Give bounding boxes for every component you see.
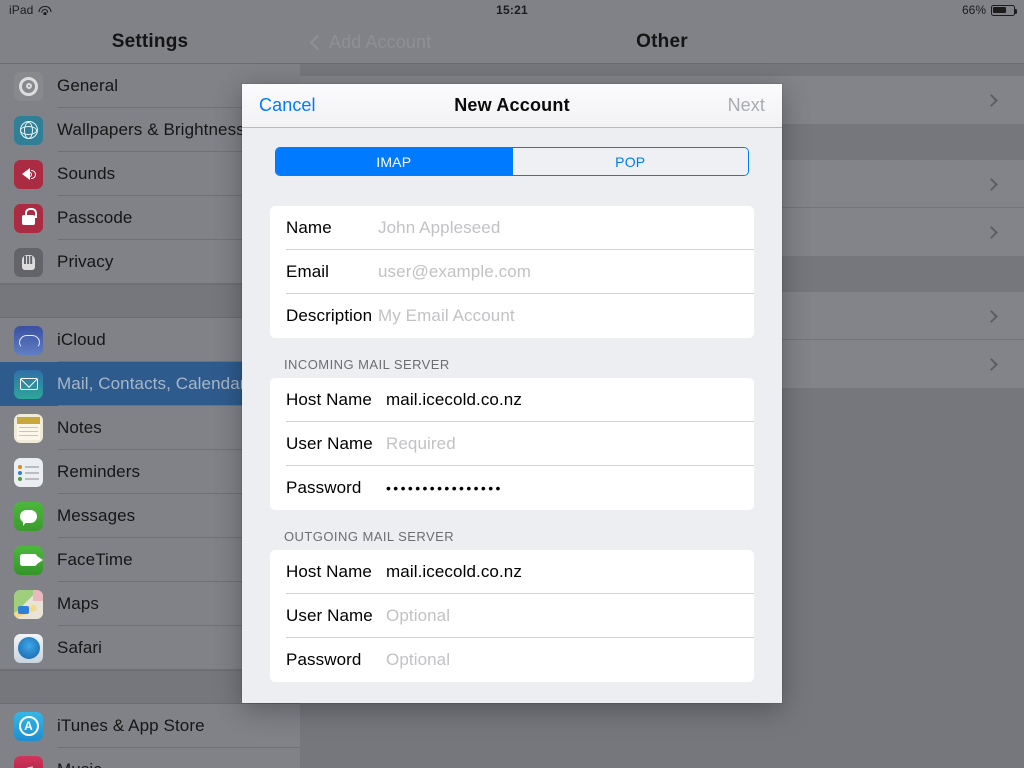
form-row-host-name[interactable]: Host Name mail.icecold.co.nz — [270, 550, 754, 594]
form-section: INCOMING MAIL SERVER Host Name mail.icecol… — [270, 338, 754, 510]
map-icon — [14, 589, 43, 619]
battery-icon — [991, 4, 1018, 16]
form-row-user-name[interactable]: User Name Required — [270, 422, 754, 466]
account-type-segmented-wrap: IMAP POP — [242, 128, 782, 176]
form-row-password[interactable]: Password •••••••••••••••• — [270, 466, 754, 510]
form-row-host-name[interactable]: Host Name mail.icecold.co.nz — [270, 378, 754, 422]
sidebar-item-label: Sounds — [57, 164, 116, 183]
field-label: Password — [286, 650, 362, 669]
field-label: User Name — [286, 434, 373, 453]
sidebar-item-label: Reminders — [57, 462, 141, 481]
compass-icon — [14, 633, 43, 663]
field-input-password[interactable]: •••••••••••••••• — [386, 480, 503, 496]
status-bar-right: 66% — [961, 3, 1018, 17]
video-camera-icon — [14, 545, 43, 575]
status-bar-clock: 15:21 — [496, 3, 528, 17]
form-row-user-name[interactable]: User Name Optional — [270, 594, 754, 638]
chevron-right-icon — [985, 357, 998, 371]
form-card: Host Name mail.icecold.co.nz User Name Requ… — [270, 378, 754, 510]
lock-icon — [14, 203, 43, 233]
form-section-header: INCOMING MAIL SERVER — [284, 357, 450, 372]
account-type-segmented-control[interactable]: IMAP POP — [275, 147, 749, 176]
speaker-icon — [14, 159, 43, 189]
field-label: User Name — [286, 606, 373, 625]
account-form: Name John Appleseed Email user@example.com D… — [242, 206, 782, 682]
sidebar-item-itunes-app-store[interactable]: AiTunes & App Store — [0, 704, 300, 748]
chevron-right-icon — [985, 225, 998, 239]
segment-imap[interactable]: IMAP — [276, 148, 512, 175]
gear-icon — [14, 71, 43, 101]
sidebar-item-label: Passcode — [57, 208, 133, 227]
form-section-header: OUTGOING MAIL SERVER — [284, 529, 455, 544]
form-card: Host Name mail.icecold.co.nz User Name Opti… — [270, 550, 754, 682]
chevron-right-icon — [985, 93, 998, 107]
battery-percent: 66% — [961, 3, 986, 17]
field-label: Host Name — [286, 562, 372, 581]
sidebar-item-label: Messages — [57, 506, 136, 525]
modal-navigation-bar: Cancel New Account Next — [242, 84, 782, 128]
field-label: Host Name — [286, 390, 372, 409]
hand-icon — [14, 247, 43, 277]
sidebar-item-label: Maps — [57, 594, 99, 613]
form-row-name[interactable]: Name John Appleseed — [270, 206, 754, 250]
page-title: Settings — [111, 31, 189, 52]
envelope-icon — [14, 369, 43, 399]
form-row-email[interactable]: Email user@example.com — [270, 250, 754, 294]
field-input-host-name[interactable]: mail.icecold.co.nz — [386, 390, 522, 410]
field-input-host-name[interactable]: mail.icecold.co.nz — [386, 562, 522, 582]
detail-pane-header: Add Account Other — [300, 20, 1024, 64]
field-input-description[interactable]: My Email Account — [378, 306, 515, 326]
new-account-modal: Cancel New Account Next IMAP POP Name John… — [242, 84, 782, 703]
app-store-icon: A — [14, 711, 43, 741]
form-section: OUTGOING MAIL SERVER Host Name mail.icecol… — [270, 510, 754, 682]
sidebar-item-label: Notes — [57, 418, 102, 437]
sidebar-item-label: Wallpapers & Brightness — [57, 120, 245, 139]
sidebar-item-label: Safari — [57, 638, 103, 657]
chevron-right-icon — [985, 177, 998, 191]
sidebar-header: Settings — [0, 20, 300, 64]
sidebar-item-label: Music — [57, 760, 102, 768]
form-row-password[interactable]: Password Optional — [270, 638, 754, 682]
form-section: Name John Appleseed Email user@example.com D… — [270, 206, 754, 338]
status-bar: iPad 15:21 66% — [0, 0, 1024, 20]
sidebar-item-label: iCloud — [57, 330, 106, 349]
sidebar-item-label: FaceTime — [57, 550, 133, 569]
modal-title: New Account — [454, 95, 570, 115]
sidebar-item-label: iTunes & App Store — [57, 716, 205, 735]
form-card: Name John Appleseed Email user@example.com D… — [270, 206, 754, 338]
cloud-icon — [14, 325, 43, 355]
sidebar-item-music[interactable]: ♫ Music — [0, 748, 300, 768]
field-label: Password — [286, 478, 362, 497]
chevron-right-icon — [985, 309, 998, 323]
segment-pop[interactable]: POP — [511, 148, 748, 175]
sidebar-item-label: Privacy — [57, 252, 114, 271]
checklist-icon — [14, 457, 43, 487]
field-label: Name — [286, 218, 332, 237]
field-label: Email — [286, 262, 330, 281]
music-note-icon: ♫ — [14, 755, 43, 768]
speech-bubble-icon — [14, 501, 43, 531]
field-input-email[interactable]: user@example.com — [378, 262, 531, 282]
detail-pane-title: Other — [636, 31, 688, 52]
sidebar-item-label: Mail, Contacts, Calendars — [57, 374, 255, 393]
notepad-icon — [14, 413, 43, 443]
sidebar-item-label: General — [57, 76, 119, 95]
field-input-user-name[interactable]: Required — [386, 434, 456, 454]
field-input-password[interactable]: Optional — [386, 650, 450, 670]
next-button[interactable]: Next — [728, 95, 765, 116]
form-row-description[interactable]: Description My Email Account — [270, 294, 754, 338]
field-input-name[interactable]: John Appleseed — [378, 218, 500, 238]
field-input-user-name[interactable]: Optional — [386, 606, 450, 626]
field-label: Description — [286, 306, 373, 325]
flower-icon — [14, 115, 43, 145]
